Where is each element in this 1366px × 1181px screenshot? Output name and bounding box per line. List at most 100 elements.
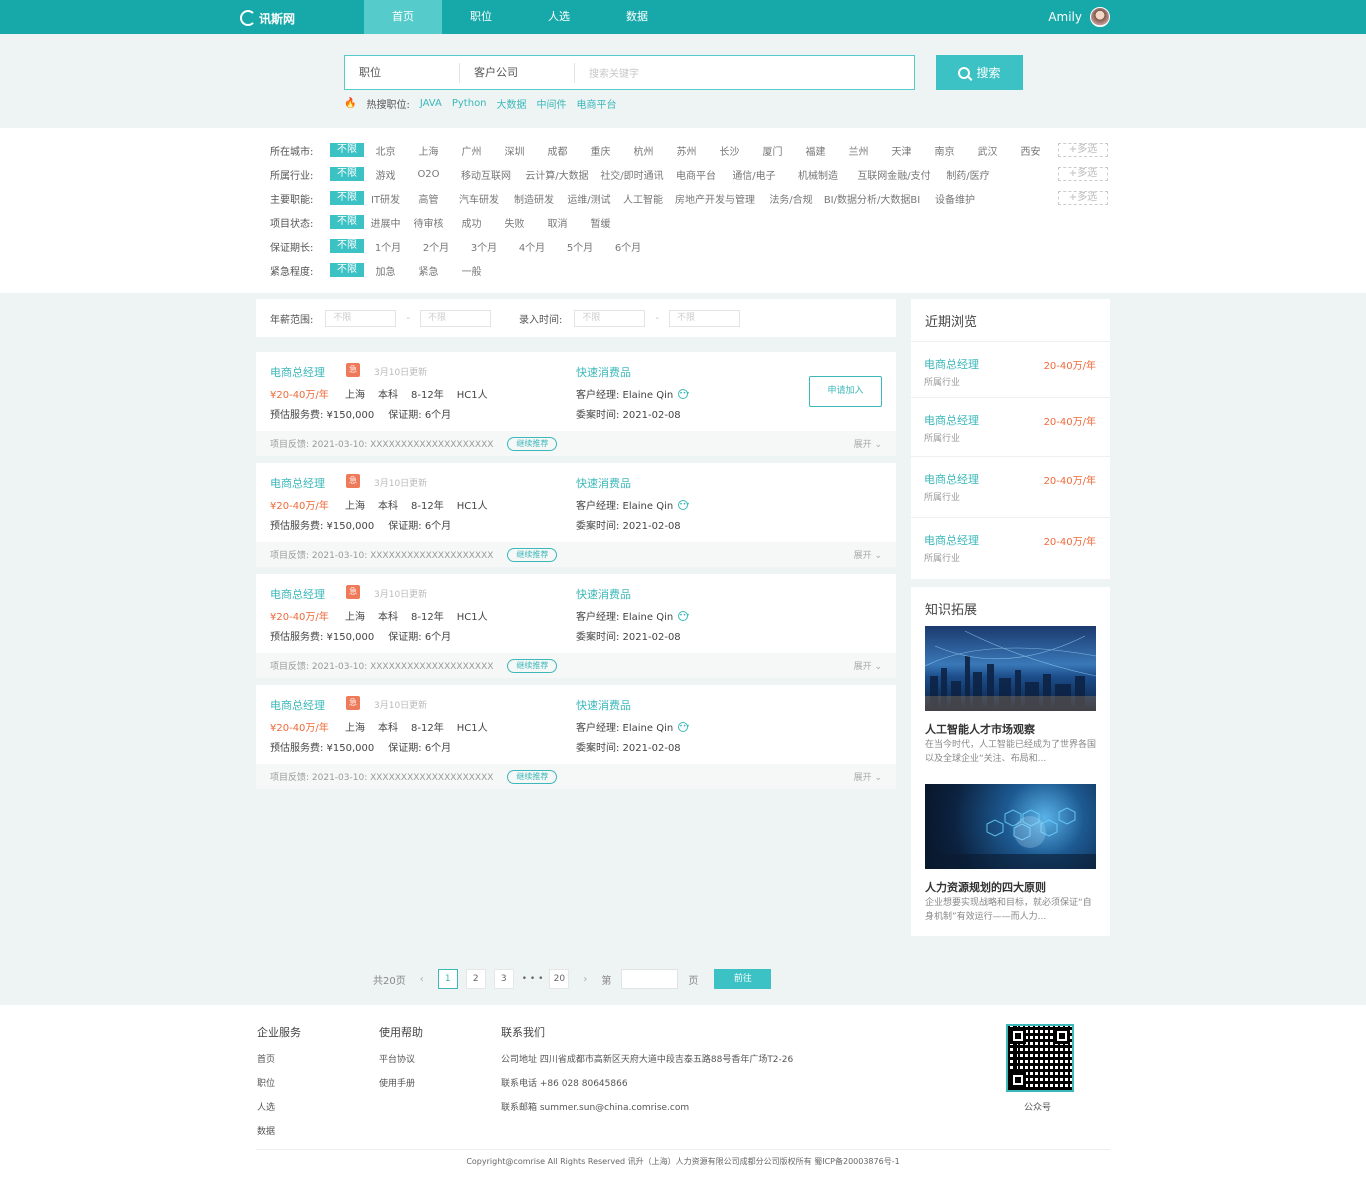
hot-tag[interactable]: JAVA [420, 98, 442, 109]
filter-option[interactable]: 6个月 [604, 239, 652, 254]
filter-option[interactable]: 苏州 [665, 143, 708, 158]
job-card[interactable]: 电商总经理 急 3月10日更新 ¥20-40万/年 上海 本科 8-12年 HC1人 预估服务费… [256, 685, 896, 789]
expand-toggle[interactable]: 展开 ⌄ [854, 437, 882, 450]
filter-option[interactable]: 3个月 [460, 239, 508, 254]
time-end-input[interactable]: 不限 [668, 309, 740, 327]
search-input[interactable]: 搜索关键字 [575, 65, 639, 80]
filter-option[interactable]: 暂缓 [579, 215, 622, 230]
recent-item[interactable]: 电商总经理 20-40万/年 所属行业 [911, 397, 1110, 455]
filter-option[interactable]: 不限 [330, 263, 364, 277]
filter-option[interactable]: 互联网金融/支付 [848, 167, 940, 182]
job-card[interactable]: 电商总经理 急 3月10日更新 ¥20-40万/年 上海 本科 8-12年 HC1人 预估服务费… [256, 463, 896, 567]
filter-option[interactable]: 通信/电子 [720, 167, 788, 182]
next-page-icon[interactable]: › [577, 974, 593, 985]
go-button[interactable]: 前往 [714, 969, 772, 989]
hot-tag[interactable]: Python [452, 98, 487, 109]
chat-icon[interactable]: ••• [678, 610, 690, 621]
filter-option[interactable]: 移动互联网 [450, 167, 522, 182]
filter-option[interactable]: 福建 [794, 143, 837, 158]
job-card[interactable]: 电商总经理 急 3月10日更新 ¥20-40万/年 上海 本科 8-12年 HC1人 预估服务费… [256, 352, 896, 456]
filter-option[interactable]: 厦门 [751, 143, 794, 158]
continue-recommend-button[interactable]: 继续推荐 [507, 658, 558, 673]
client-industry[interactable]: 快速消费品 [576, 586, 631, 602]
filter-option[interactable]: 不限 [330, 143, 364, 157]
continue-recommend-button[interactable]: 继续推荐 [507, 769, 558, 784]
filter-option[interactable]: 制造研发 [508, 191, 560, 206]
filter-option[interactable]: 4个月 [508, 239, 556, 254]
salary-min-input[interactable]: 不限 [325, 309, 397, 327]
footer-link[interactable]: 职位 [257, 1076, 301, 1089]
nav-data[interactable]: 数据 [598, 0, 676, 34]
footer-link[interactable]: 使用手册 [379, 1076, 423, 1089]
chat-icon[interactable]: ••• [678, 388, 690, 399]
expand-toggle[interactable]: 展开 ⌄ [854, 770, 882, 783]
filter-option[interactable]: 制药/医疗 [940, 167, 996, 182]
filter-option[interactable]: 成功 [450, 215, 493, 230]
footer-link[interactable]: 平台协议 [379, 1052, 423, 1065]
continue-recommend-button[interactable]: 继续推荐 [507, 547, 558, 562]
job-title[interactable]: 电商总经理 [270, 475, 325, 491]
hot-tag[interactable]: 中间件 [537, 96, 567, 111]
article-image-tech[interactable] [925, 784, 1096, 869]
site-logo[interactable]: 讯斯网 [240, 7, 300, 29]
filter-option[interactable]: 进展中 [364, 215, 407, 230]
search-type-select[interactable]: 职位 [345, 62, 460, 83]
recent-item[interactable]: 电商总经理 20-40万/年 所属行业 [911, 341, 1110, 399]
multi-select-button[interactable]: +多选 [1058, 167, 1108, 181]
continue-recommend-button[interactable]: 继续推荐 [507, 436, 558, 451]
filter-option[interactable]: 天津 [880, 143, 923, 158]
nav-candidates[interactable]: 人选 [520, 0, 598, 34]
filter-option[interactable]: 兰州 [837, 143, 880, 158]
filter-option[interactable]: 长沙 [708, 143, 751, 158]
filter-option[interactable]: 成都 [536, 143, 579, 158]
filter-option[interactable]: 云计算/大数据 [522, 167, 592, 182]
filter-option[interactable]: 紧急 [407, 263, 450, 278]
filter-option[interactable]: 上海 [407, 143, 450, 158]
page-3[interactable]: 3 [493, 969, 514, 989]
filter-option[interactable]: 人工智能 [618, 191, 668, 206]
job-title[interactable]: 电商总经理 [270, 586, 325, 602]
job-card[interactable]: 电商总经理 急 3月10日更新 ¥20-40万/年 上海 本科 8-12年 HC1人 预估服务费… [256, 574, 896, 678]
filter-option[interactable]: 社交/即时通讯 [592, 167, 672, 182]
filter-option[interactable]: 杭州 [622, 143, 665, 158]
client-industry[interactable]: 快速消费品 [576, 697, 631, 713]
article-title[interactable]: 人力资源规划的四大原则 [925, 879, 1046, 895]
filter-option[interactable]: 机械制造 [788, 167, 848, 182]
expand-toggle[interactable]: 展开 ⌄ [854, 548, 882, 561]
recent-item[interactable]: 电商总经理 20-40万/年 所属行业 [911, 517, 1110, 575]
multi-select-button[interactable]: +多选 [1058, 143, 1108, 157]
recent-job-title[interactable]: 电商总经理 [924, 412, 979, 428]
search-button[interactable]: 搜索 [936, 55, 1023, 90]
search-company-select[interactable]: 客户公司 [460, 62, 575, 83]
user-name[interactable]: Amily [1048, 10, 1082, 24]
filter-option[interactable]: 2个月 [412, 239, 460, 254]
filter-option[interactable]: 加急 [364, 263, 407, 278]
multi-select-button[interactable]: +多选 [1058, 191, 1108, 205]
filter-option[interactable]: 1个月 [364, 239, 412, 254]
hot-tag[interactable]: 电商平台 [577, 96, 617, 111]
page-1[interactable]: 1 [437, 969, 458, 989]
filter-option[interactable]: 北京 [364, 143, 407, 158]
prev-page-icon[interactable]: ‹ [414, 974, 430, 985]
filter-option[interactable]: 不限 [330, 215, 364, 229]
filter-option[interactable]: 广州 [450, 143, 493, 158]
filter-option[interactable]: 不限 [330, 191, 364, 205]
chat-icon[interactable]: ••• [678, 499, 690, 510]
footer-link[interactable]: 数据 [257, 1124, 301, 1137]
client-industry[interactable]: 快速消费品 [576, 364, 631, 380]
filter-option[interactable]: 不限 [330, 239, 364, 253]
filter-option[interactable]: IT研发 [364, 191, 407, 206]
job-title[interactable]: 电商总经理 [270, 364, 325, 380]
filter-option[interactable]: 待审核 [407, 215, 450, 230]
footer-link[interactable]: 人选 [257, 1100, 301, 1113]
recent-item[interactable]: 电商总经理 20-40万/年 所属行业 [911, 456, 1110, 514]
chat-icon[interactable]: ••• [678, 721, 690, 732]
filter-option[interactable]: 设备维护 [924, 191, 986, 206]
hot-tag[interactable]: 大数据 [497, 96, 527, 111]
filter-option[interactable]: O2O [407, 169, 450, 180]
page-last[interactable]: 20 [549, 969, 570, 989]
client-industry[interactable]: 快速消费品 [576, 475, 631, 491]
filter-option[interactable]: 法务/合规 [762, 191, 820, 206]
expand-toggle[interactable]: 展开 ⌄ [854, 659, 882, 672]
filter-option[interactable]: 深圳 [493, 143, 536, 158]
